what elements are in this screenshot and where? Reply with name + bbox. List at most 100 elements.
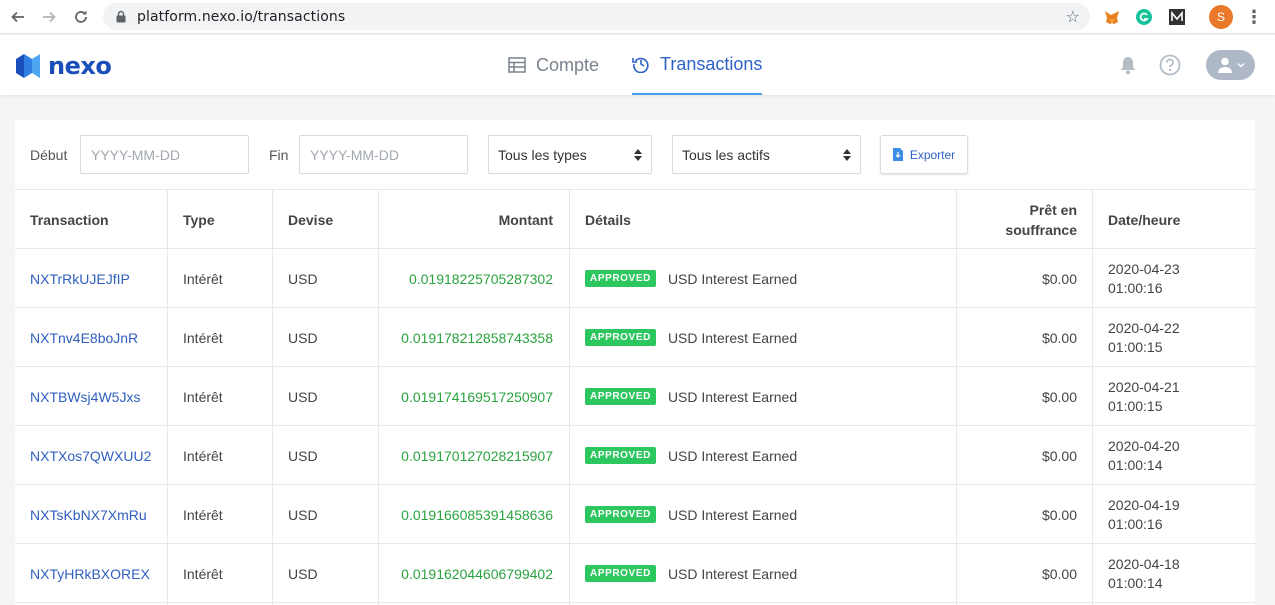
metamask-fox-icon[interactable] bbox=[1101, 6, 1123, 28]
tab-transactions[interactable]: Transactions bbox=[632, 35, 763, 95]
outstanding-loan-value: $0.00 bbox=[1041, 270, 1077, 287]
asset-select-value: Tous les actifs bbox=[682, 146, 770, 163]
transaction-details: APPROVED USD Interest Earned bbox=[585, 367, 797, 426]
transaction-date: 2020-04-18 bbox=[1108, 555, 1180, 572]
transaction-details: APPROVED USD Interest Earned bbox=[585, 426, 797, 485]
column-header-outstanding-line2: souffrance bbox=[1005, 221, 1077, 238]
status-badge: APPROVED bbox=[585, 447, 656, 464]
type-select[interactable]: Tous les types bbox=[488, 135, 652, 174]
back-arrow-icon[interactable] bbox=[6, 5, 30, 29]
transaction-datetime: 2020-04-19 01:00:16 bbox=[1108, 485, 1180, 544]
column-header-outstanding-line1: Prêt en bbox=[1029, 201, 1077, 218]
nexo-logo[interactable]: nexo bbox=[14, 52, 112, 80]
transaction-amount: 0.019162044606799402 bbox=[401, 565, 553, 582]
chevron-down-icon bbox=[1237, 63, 1245, 68]
transaction-date: 2020-04-19 bbox=[1108, 496, 1180, 513]
outstanding-loan-value: $0.00 bbox=[1041, 565, 1077, 582]
end-date-input[interactable] bbox=[299, 135, 468, 174]
transaction-datetime: 2020-04-18 01:00:14 bbox=[1108, 544, 1180, 603]
table-grid-icon bbox=[508, 57, 526, 73]
bell-icon[interactable] bbox=[1116, 53, 1140, 77]
transaction-time: 01:00:14 bbox=[1108, 456, 1163, 473]
table-row: NXTXos7QWXUU2 Intérêt USD 0.019170127028… bbox=[15, 426, 1255, 485]
help-question-icon[interactable] bbox=[1158, 53, 1182, 77]
transaction-datetime: 2020-04-20 01:00:14 bbox=[1108, 426, 1180, 485]
history-icon bbox=[632, 55, 650, 73]
details-text: USD Interest Earned bbox=[667, 388, 798, 405]
transaction-id-link[interactable]: NXTBWsj4W5Jxs bbox=[30, 367, 140, 426]
column-header-details[interactable]: Détails bbox=[585, 190, 631, 249]
address-bar[interactable]: platform.nexo.io/transactions ☆ bbox=[103, 3, 1090, 30]
transactions-panel: Début Fin Tous les types Tous les actifs… bbox=[15, 120, 1255, 605]
logo-text: nexo bbox=[48, 52, 112, 80]
details-text: USD Interest Earned bbox=[667, 565, 798, 582]
outstanding-loan-value: $0.00 bbox=[1041, 447, 1077, 464]
column-header-outstanding-loan[interactable]: Prêt en souffrance bbox=[957, 190, 1077, 249]
column-header-transaction[interactable]: Transaction bbox=[30, 190, 109, 249]
column-header-amount[interactable]: Montant bbox=[379, 190, 553, 249]
transaction-currency: USD bbox=[288, 506, 318, 523]
start-date-input[interactable] bbox=[80, 135, 249, 174]
transaction-time: 01:00:16 bbox=[1108, 279, 1163, 296]
column-header-type[interactable]: Type bbox=[183, 190, 215, 249]
transaction-datetime: 2020-04-23 01:00:16 bbox=[1108, 249, 1180, 308]
transaction-currency: USD bbox=[288, 447, 318, 464]
profile-avatar[interactable]: S bbox=[1209, 5, 1233, 29]
transaction-type: Intérêt bbox=[183, 565, 223, 582]
transaction-type: Intérêt bbox=[183, 329, 223, 346]
transaction-amount: 0.01918225705287302 bbox=[408, 270, 553, 287]
reload-icon[interactable] bbox=[69, 5, 93, 29]
transaction-id-link[interactable]: NXTnv4E8boJnR bbox=[30, 308, 138, 367]
user-menu-button[interactable] bbox=[1206, 50, 1255, 80]
table-row: NXTyHRkBXOREX Intérêt USD 0.019162044606… bbox=[15, 544, 1255, 603]
tab-compte[interactable]: Compte bbox=[508, 35, 599, 95]
transaction-date: 2020-04-23 bbox=[1108, 260, 1180, 277]
user-icon bbox=[1218, 57, 1232, 73]
transaction-amount: 0.019166085391458636 bbox=[401, 506, 553, 523]
outstanding-loan-value: $0.00 bbox=[1041, 388, 1077, 405]
transaction-details: APPROVED USD Interest Earned bbox=[585, 544, 797, 603]
url-text: platform.nexo.io/transactions bbox=[137, 9, 346, 25]
forward-arrow-icon[interactable] bbox=[37, 5, 61, 29]
nexo-logo-icon bbox=[16, 54, 40, 78]
filters-bar: Début Fin Tous les types Tous les actifs… bbox=[15, 120, 1255, 190]
bookmark-star-icon[interactable]: ☆ bbox=[1066, 7, 1080, 27]
transaction-id-link[interactable]: NXTrRkUJEJfIP bbox=[30, 249, 130, 308]
browser-toolbar: platform.nexo.io/transactions ☆ S ⋮ bbox=[0, 0, 1275, 34]
transaction-id-link[interactable]: NXTyHRkBXOREX bbox=[30, 544, 150, 603]
transaction-currency: USD bbox=[288, 565, 318, 582]
transaction-type: Intérêt bbox=[183, 506, 223, 523]
column-header-datetime[interactable]: Date/heure bbox=[1108, 190, 1180, 249]
status-badge: APPROVED bbox=[585, 270, 656, 287]
status-badge: APPROVED bbox=[585, 329, 656, 346]
status-badge: APPROVED bbox=[585, 565, 656, 582]
export-button[interactable]: Exporter bbox=[880, 135, 968, 174]
app-header: nexo Compte Transactions bbox=[0, 35, 1275, 95]
browser-menu-icon[interactable]: ⋮ bbox=[1243, 6, 1265, 28]
transaction-id-link[interactable]: NXTsKbNX7XmRu bbox=[30, 485, 147, 544]
column-header-currency[interactable]: Devise bbox=[288, 190, 333, 249]
transaction-amount: 0.019174169517250907 bbox=[401, 388, 553, 405]
medium-extension-icon[interactable] bbox=[1166, 6, 1188, 28]
transaction-currency: USD bbox=[288, 329, 318, 346]
transaction-date: 2020-04-22 bbox=[1108, 319, 1180, 336]
transaction-date: 2020-04-21 bbox=[1108, 378, 1180, 395]
transaction-type: Intérêt bbox=[183, 270, 223, 287]
lock-icon bbox=[116, 10, 126, 23]
transaction-id-link[interactable]: NXTXos7QWXUU2 bbox=[30, 426, 151, 485]
end-date-label: Fin bbox=[269, 147, 289, 163]
outstanding-loan-value: $0.00 bbox=[1041, 329, 1077, 346]
grammarly-icon[interactable] bbox=[1133, 6, 1155, 28]
transaction-details: APPROVED USD Interest Earned bbox=[585, 249, 797, 308]
status-badge: APPROVED bbox=[585, 506, 656, 523]
asset-select[interactable]: Tous les actifs bbox=[672, 135, 861, 174]
select-caret-icon bbox=[843, 148, 851, 162]
transaction-time: 01:00:15 bbox=[1108, 338, 1163, 355]
table-header: Transaction Type Devise Montant Détails … bbox=[15, 190, 1255, 249]
transaction-type: Intérêt bbox=[183, 447, 223, 464]
transaction-amount: 0.019170127028215907 bbox=[401, 447, 553, 464]
transaction-datetime: 2020-04-21 01:00:15 bbox=[1108, 367, 1180, 426]
details-text: USD Interest Earned bbox=[667, 447, 798, 464]
type-select-value: Tous les types bbox=[498, 146, 587, 163]
transaction-amount: 0.019178212858743358 bbox=[401, 329, 553, 346]
